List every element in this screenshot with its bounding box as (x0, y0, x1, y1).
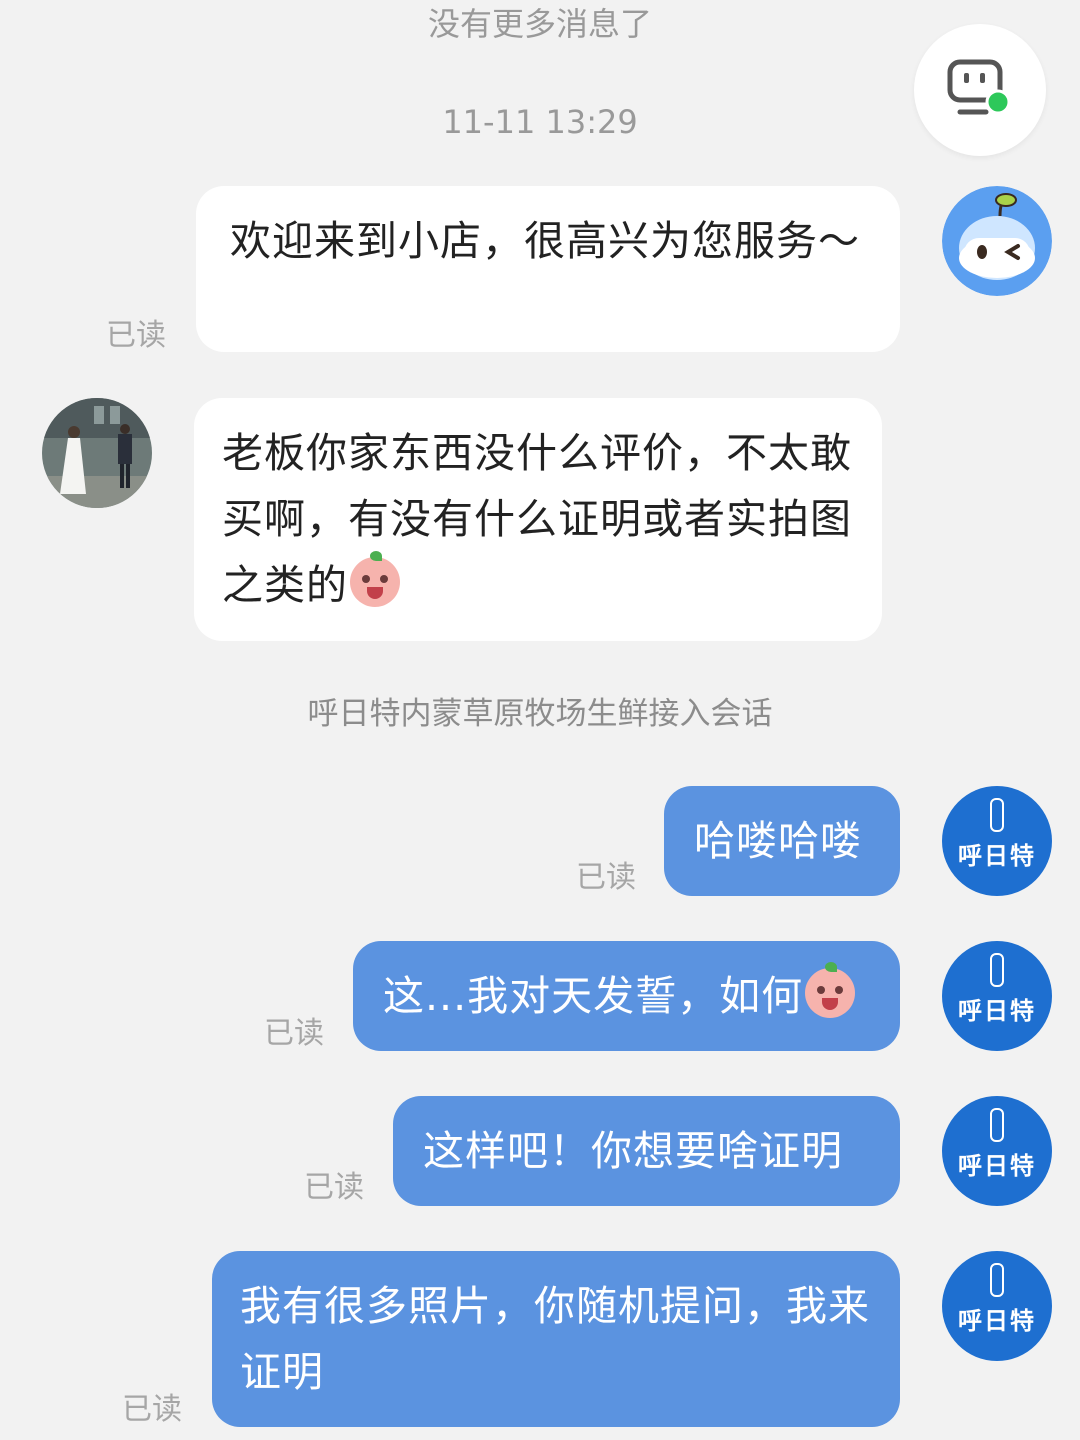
read-status: 已读 (106, 318, 166, 353)
message-text: 我有很多照片，你随机提问，我来证明 (240, 1282, 870, 1396)
message-bubble-photos[interactable]: 我有很多照片，你随机提问，我来证明 (212, 1251, 900, 1427)
message-text: 这...我对天发誓，如何 (383, 972, 804, 1020)
shop-avatar-name: 呼日特 (958, 1151, 1036, 1180)
shop-avatar[interactable]: 呼日特 (942, 1096, 1052, 1206)
read-status: 已读 (304, 1170, 364, 1205)
session-connected-notice: 呼日特内蒙草原牧场生鲜接入会话 (307, 696, 773, 732)
shop-avatar-name: 呼日特 (958, 841, 1036, 870)
message-text: 欢迎来到小店，很高兴为您服务～ (230, 217, 860, 265)
message-text: 这样吧！你想要啥证明 (423, 1127, 843, 1175)
shop-logo-icon (990, 953, 1004, 987)
read-status: 已读 (264, 1016, 324, 1051)
shop-avatar[interactable]: 呼日特 (942, 941, 1052, 1051)
message-bubble-customer-question[interactable]: 老板你家东西没什么评价，不太敢买啊，有没有什么证明或者实拍图之类的 (194, 398, 882, 641)
shop-logo-icon (990, 1263, 1004, 1297)
crying-face-emoji (350, 551, 400, 607)
read-status: 已读 (576, 860, 636, 895)
message-bubble-hello[interactable]: 哈喽哈喽 (664, 786, 900, 896)
message-bubble-swear[interactable]: 这...我对天发誓，如何 (353, 941, 900, 1051)
message-bubble-proof-request[interactable]: 这样吧！你想要啥证明 (393, 1096, 900, 1206)
customer-service-button[interactable] (914, 24, 1046, 156)
no-more-messages-label: 没有更多消息了 (427, 5, 652, 43)
customer-avatar[interactable] (42, 398, 152, 508)
message-text: 哈喽哈喽 (694, 817, 862, 865)
shop-avatar[interactable]: 呼日特 (942, 786, 1052, 896)
shop-logo-icon (990, 798, 1004, 832)
customer-service-online-icon (947, 59, 1011, 115)
read-status: 已读 (122, 1392, 182, 1427)
shop-avatar[interactable]: 呼日特 (942, 1251, 1052, 1361)
message-bubble-welcome[interactable]: 欢迎来到小店，很高兴为您服务～ (196, 186, 900, 352)
shop-avatar-name: 呼日特 (958, 996, 1036, 1025)
message-text: 老板你家东西没什么评价，不太敢买啊，有没有什么证明或者实拍图之类的 (222, 429, 852, 609)
shop-avatar-name: 呼日特 (958, 1306, 1036, 1335)
shop-logo-icon (990, 1108, 1004, 1142)
crying-face-emoji (805, 962, 856, 1018)
robot-avatar-icon[interactable] (942, 186, 1052, 296)
